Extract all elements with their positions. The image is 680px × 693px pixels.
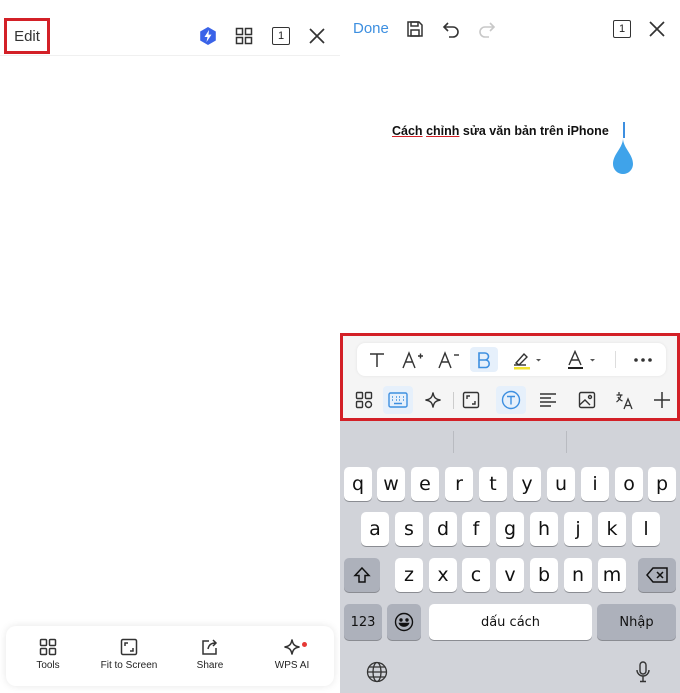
tools-button[interactable]: Tools — [8, 638, 88, 671]
backspace-icon — [646, 567, 668, 583]
keyboard-icon[interactable] — [383, 386, 413, 414]
close-icon[interactable] — [308, 27, 326, 45]
text-word-cach: Cách — [392, 124, 423, 138]
more-icon[interactable] — [629, 347, 657, 372]
key-t[interactable]: t — [479, 467, 507, 501]
key-b[interactable]: b — [530, 558, 558, 592]
text-box-icon[interactable] — [496, 386, 526, 414]
microphone-icon[interactable] — [632, 661, 654, 683]
key-c[interactable]: c — [462, 558, 490, 592]
key-j[interactable]: j — [564, 512, 592, 546]
save-icon[interactable] — [406, 20, 424, 38]
key-r[interactable]: r — [445, 467, 473, 501]
page-count-icon[interactable]: 1 — [272, 27, 290, 45]
text-cursor — [623, 122, 625, 138]
right-panel: Done 1 Cách chỉnh sửa văn bản trên iPhon… — [340, 0, 680, 693]
key-x[interactable]: x — [429, 558, 457, 592]
return-key[interactable]: Nhập — [597, 604, 676, 640]
key-f[interactable]: f — [462, 512, 490, 546]
page-count-icon[interactable]: 1 — [613, 20, 631, 38]
edit-button[interactable]: Edit — [4, 18, 50, 54]
key-z[interactable]: z — [395, 558, 423, 592]
share-label: Share — [196, 660, 224, 671]
close-icon[interactable] — [648, 20, 666, 38]
space-key[interactable]: dấu cách — [429, 604, 592, 640]
share-icon — [202, 639, 218, 655]
key-q[interactable]: q — [344, 467, 372, 501]
notification-dot — [302, 642, 307, 647]
text-rest: sửa văn bản trên iPhone — [459, 124, 609, 138]
cursor-handle-icon[interactable] — [611, 138, 635, 181]
key-e[interactable]: e — [411, 467, 439, 501]
ios-keyboard: q w e r t y u i o p a s d f g h j k l z … — [340, 421, 680, 693]
insert-toolbar — [343, 383, 677, 417]
shift-key[interactable] — [344, 558, 380, 592]
font-color-icon[interactable] — [565, 347, 601, 372]
numbers-key[interactable]: 123 — [344, 604, 382, 640]
globe-icon[interactable] — [366, 661, 388, 683]
wps-ai-button[interactable]: WPS AI — [252, 638, 332, 671]
add-icon[interactable] — [649, 387, 675, 413]
key-m[interactable]: m — [598, 558, 626, 592]
key-o[interactable]: o — [615, 467, 643, 501]
left-top-bar: Edit 1 — [0, 0, 340, 56]
key-v[interactable]: v — [496, 558, 524, 592]
suggestion-bar — [340, 421, 680, 461]
key-a[interactable]: a — [361, 512, 389, 546]
key-y[interactable]: y — [513, 467, 541, 501]
fullscreen-icon[interactable] — [458, 387, 484, 413]
key-n[interactable]: n — [564, 558, 592, 592]
page-count-label: 1 — [277, 30, 285, 42]
formatting-toolbar-highlight — [340, 333, 680, 421]
key-d[interactable]: d — [429, 512, 457, 546]
ai-spark-badge-icon[interactable] — [198, 26, 218, 46]
text-word-chinh: chỉnh — [426, 124, 460, 138]
right-top-bar: Done 1 — [340, 0, 680, 46]
bottom-action-bar: Tools Fit to Screen Share WPS AI — [6, 626, 334, 686]
key-p[interactable]: p — [648, 467, 676, 501]
image-icon[interactable] — [574, 387, 600, 413]
left-panel: Edit 1 Tools Fit to Screen Share WPS AI — [0, 0, 340, 693]
tools-label: Tools — [36, 660, 60, 671]
document-text[interactable]: Cách chỉnh sửa văn bản trên iPhone — [392, 124, 609, 138]
grid-icon[interactable] — [235, 27, 253, 45]
format-toolbar — [357, 343, 666, 376]
suggestion-divider — [453, 431, 454, 453]
bold-icon[interactable] — [470, 347, 498, 372]
font-increase-icon[interactable] — [401, 347, 425, 372]
share-button[interactable]: Share — [170, 638, 250, 671]
wps-ai-sparkle-icon — [284, 639, 300, 655]
translate-icon[interactable] — [612, 387, 638, 413]
apps-icon[interactable] — [351, 387, 377, 413]
fit-to-screen-label: Fit to Screen — [100, 660, 158, 671]
delete-key[interactable] — [638, 558, 676, 592]
align-icon[interactable] — [535, 387, 561, 413]
shift-icon — [353, 566, 371, 583]
key-g[interactable]: g — [496, 512, 524, 546]
key-h[interactable]: h — [530, 512, 558, 546]
toolbar-divider — [453, 392, 454, 409]
suggestion-divider — [566, 431, 567, 453]
highlight-icon[interactable] — [511, 347, 547, 372]
undo-icon[interactable] — [442, 20, 460, 38]
font-decrease-icon[interactable] — [437, 347, 461, 372]
key-k[interactable]: k — [598, 512, 626, 546]
redo-icon[interactable] — [478, 20, 496, 38]
key-w[interactable]: w — [377, 467, 405, 501]
text-style-icon[interactable] — [365, 347, 389, 372]
done-button[interactable]: Done — [353, 20, 389, 37]
tools-grid-icon — [39, 638, 57, 656]
fit-to-screen-button[interactable]: Fit to Screen — [89, 638, 169, 671]
emoji-icon — [394, 612, 414, 632]
fit-screen-icon — [120, 638, 138, 656]
toolbar-divider — [615, 351, 616, 368]
wps-ai-label: WPS AI — [274, 660, 310, 671]
key-i[interactable]: i — [581, 467, 609, 501]
emoji-key[interactable] — [387, 604, 421, 640]
ai-sparkle-icon[interactable] — [420, 387, 446, 413]
key-u[interactable]: u — [547, 467, 575, 501]
key-l[interactable]: l — [632, 512, 660, 546]
page-count-label: 1 — [618, 23, 626, 35]
key-s[interactable]: s — [395, 512, 423, 546]
